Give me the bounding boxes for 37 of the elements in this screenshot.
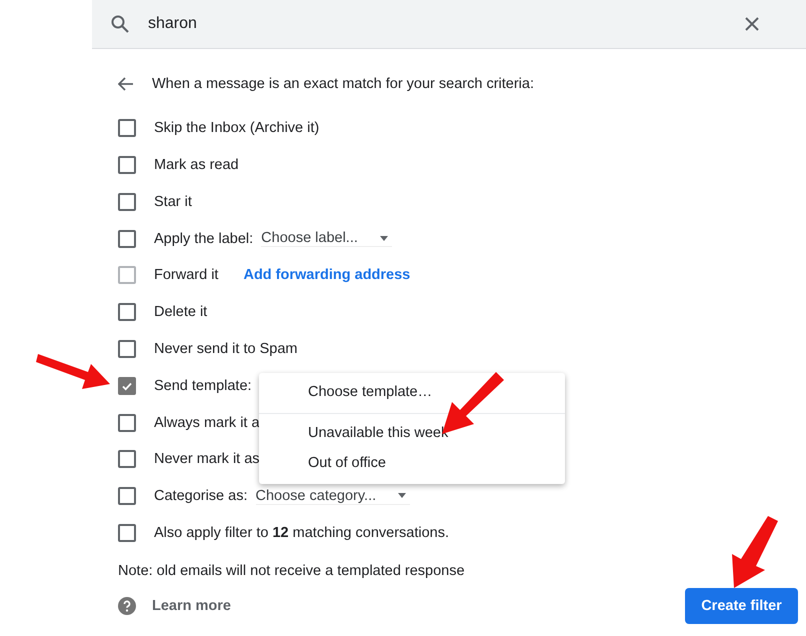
checkbox[interactable] [118,340,136,358]
checkbox[interactable] [118,487,136,506]
note-text: Note: old emails will not receive a templated response [118,562,466,582]
checkbox[interactable] [118,414,136,432]
checkbox[interactable] [118,524,136,542]
criteria-heading: When a message is an exact match for your search criteria: [152,76,534,92]
checkbox[interactable] [118,376,136,395]
create-filter-button[interactable]: Create filter [685,588,798,624]
option-label: Mark as read [154,156,239,173]
option-label: Also apply filter to 12 matching conversations. [154,524,450,541]
checkbox[interactable] [118,156,136,174]
option-label: Categorise as: [154,488,248,504]
dropdown[interactable]: Choose category... [256,488,410,505]
checkbox[interactable] [118,119,136,138]
option-label: Star it [154,194,192,210]
checkbox[interactable] [118,303,136,322]
option-label: Never mark it as [154,451,260,468]
option-label: Never send it to Spam [154,340,298,357]
search-query[interactable]: sharon [148,15,744,33]
checkbox[interactable] [118,230,136,248]
back-arrow-icon[interactable] [118,77,134,92]
option-label: Delete it [154,304,208,320]
menu-item[interactable]: Out of office [259,448,565,478]
option-label: Always mark it a [154,414,260,431]
help-icon[interactable] [118,597,136,616]
checkbox[interactable] [118,450,136,468]
dropdown[interactable]: Choose label... [261,230,392,248]
caret-icon [380,236,388,241]
option-label: Apply the label: [154,230,254,247]
option-label: Forward it [154,267,218,284]
learn-more-link[interactable]: Learn more [152,598,231,614]
close-icon[interactable] [744,16,760,32]
caret-icon [398,493,406,498]
option-label: Send template: [154,378,252,394]
checkbox[interactable] [118,192,136,211]
option-label: Skip the Inbox (Archive it) [154,120,320,136]
search-icon[interactable] [110,14,130,34]
